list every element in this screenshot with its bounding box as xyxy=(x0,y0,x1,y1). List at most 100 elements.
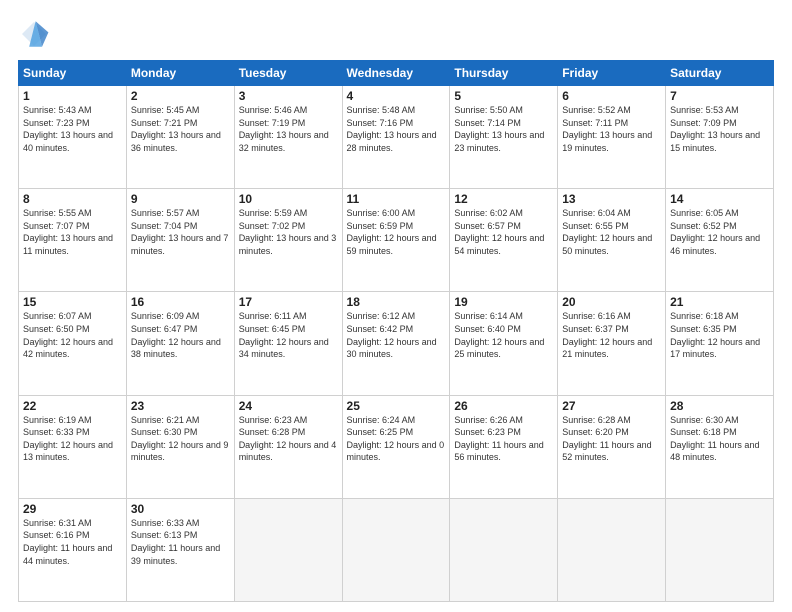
day-info: Sunrise: 6:33 AMSunset: 6:13 PMDaylight:… xyxy=(131,518,220,566)
calendar-cell: 22 Sunrise: 6:19 AMSunset: 6:33 PMDaylig… xyxy=(19,395,127,498)
day-number: 22 xyxy=(23,399,122,413)
day-info: Sunrise: 6:30 AMSunset: 6:18 PMDaylight:… xyxy=(670,415,759,463)
day-info: Sunrise: 5:48 AMSunset: 7:16 PMDaylight:… xyxy=(347,105,437,153)
day-number: 15 xyxy=(23,295,122,309)
calendar-cell xyxy=(558,498,666,601)
calendar-cell: 16 Sunrise: 6:09 AMSunset: 6:47 PMDaylig… xyxy=(126,292,234,395)
day-number: 27 xyxy=(562,399,661,413)
weekday-wednesday: Wednesday xyxy=(342,61,450,86)
logo xyxy=(18,18,54,50)
day-info: Sunrise: 6:21 AMSunset: 6:30 PMDaylight:… xyxy=(131,415,229,463)
calendar-cell: 14 Sunrise: 6:05 AMSunset: 6:52 PMDaylig… xyxy=(666,189,774,292)
weekday-sunday: Sunday xyxy=(19,61,127,86)
day-info: Sunrise: 5:57 AMSunset: 7:04 PMDaylight:… xyxy=(131,208,229,256)
day-info: Sunrise: 6:11 AMSunset: 6:45 PMDaylight:… xyxy=(239,311,329,359)
calendar-cell xyxy=(666,498,774,601)
calendar-cell: 10 Sunrise: 5:59 AMSunset: 7:02 PMDaylig… xyxy=(234,189,342,292)
calendar-cell: 19 Sunrise: 6:14 AMSunset: 6:40 PMDaylig… xyxy=(450,292,558,395)
week-row-2: 8 Sunrise: 5:55 AMSunset: 7:07 PMDayligh… xyxy=(19,189,774,292)
day-number: 5 xyxy=(454,89,553,103)
day-info: Sunrise: 5:46 AMSunset: 7:19 PMDaylight:… xyxy=(239,105,329,153)
logo-icon xyxy=(18,18,50,50)
calendar-cell: 28 Sunrise: 6:30 AMSunset: 6:18 PMDaylig… xyxy=(666,395,774,498)
calendar-cell: 1 Sunrise: 5:43 AMSunset: 7:23 PMDayligh… xyxy=(19,86,127,189)
day-number: 12 xyxy=(454,192,553,206)
day-info: Sunrise: 5:50 AMSunset: 7:14 PMDaylight:… xyxy=(454,105,544,153)
day-number: 24 xyxy=(239,399,338,413)
calendar-cell: 23 Sunrise: 6:21 AMSunset: 6:30 PMDaylig… xyxy=(126,395,234,498)
calendar-cell: 7 Sunrise: 5:53 AMSunset: 7:09 PMDayligh… xyxy=(666,86,774,189)
day-info: Sunrise: 6:12 AMSunset: 6:42 PMDaylight:… xyxy=(347,311,437,359)
day-info: Sunrise: 6:02 AMSunset: 6:57 PMDaylight:… xyxy=(454,208,544,256)
page: SundayMondayTuesdayWednesdayThursdayFrid… xyxy=(0,0,792,612)
calendar-cell: 26 Sunrise: 6:26 AMSunset: 6:23 PMDaylig… xyxy=(450,395,558,498)
calendar-cell: 9 Sunrise: 5:57 AMSunset: 7:04 PMDayligh… xyxy=(126,189,234,292)
day-info: Sunrise: 6:18 AMSunset: 6:35 PMDaylight:… xyxy=(670,311,760,359)
calendar-cell: 29 Sunrise: 6:31 AMSunset: 6:16 PMDaylig… xyxy=(19,498,127,601)
day-number: 25 xyxy=(347,399,446,413)
day-info: Sunrise: 5:43 AMSunset: 7:23 PMDaylight:… xyxy=(23,105,113,153)
weekday-thursday: Thursday xyxy=(450,61,558,86)
calendar-cell: 21 Sunrise: 6:18 AMSunset: 6:35 PMDaylig… xyxy=(666,292,774,395)
day-number: 26 xyxy=(454,399,553,413)
week-row-5: 29 Sunrise: 6:31 AMSunset: 6:16 PMDaylig… xyxy=(19,498,774,601)
calendar-cell: 6 Sunrise: 5:52 AMSunset: 7:11 PMDayligh… xyxy=(558,86,666,189)
day-number: 7 xyxy=(670,89,769,103)
calendar-cell: 24 Sunrise: 6:23 AMSunset: 6:28 PMDaylig… xyxy=(234,395,342,498)
day-number: 18 xyxy=(347,295,446,309)
day-info: Sunrise: 5:53 AMSunset: 7:09 PMDaylight:… xyxy=(670,105,760,153)
weekday-monday: Monday xyxy=(126,61,234,86)
day-info: Sunrise: 5:52 AMSunset: 7:11 PMDaylight:… xyxy=(562,105,652,153)
day-number: 23 xyxy=(131,399,230,413)
day-number: 2 xyxy=(131,89,230,103)
week-row-3: 15 Sunrise: 6:07 AMSunset: 6:50 PMDaylig… xyxy=(19,292,774,395)
day-number: 6 xyxy=(562,89,661,103)
calendar-cell: 3 Sunrise: 5:46 AMSunset: 7:19 PMDayligh… xyxy=(234,86,342,189)
calendar-cell: 5 Sunrise: 5:50 AMSunset: 7:14 PMDayligh… xyxy=(450,86,558,189)
day-info: Sunrise: 6:23 AMSunset: 6:28 PMDaylight:… xyxy=(239,415,337,463)
day-info: Sunrise: 5:55 AMSunset: 7:07 PMDaylight:… xyxy=(23,208,113,256)
day-info: Sunrise: 6:16 AMSunset: 6:37 PMDaylight:… xyxy=(562,311,652,359)
day-info: Sunrise: 6:00 AMSunset: 6:59 PMDaylight:… xyxy=(347,208,437,256)
day-number: 20 xyxy=(562,295,661,309)
calendar-cell xyxy=(450,498,558,601)
day-info: Sunrise: 6:26 AMSunset: 6:23 PMDaylight:… xyxy=(454,415,543,463)
week-row-4: 22 Sunrise: 6:19 AMSunset: 6:33 PMDaylig… xyxy=(19,395,774,498)
calendar-cell: 8 Sunrise: 5:55 AMSunset: 7:07 PMDayligh… xyxy=(19,189,127,292)
day-info: Sunrise: 6:28 AMSunset: 6:20 PMDaylight:… xyxy=(562,415,651,463)
day-number: 4 xyxy=(347,89,446,103)
day-number: 10 xyxy=(239,192,338,206)
calendar-cell: 12 Sunrise: 6:02 AMSunset: 6:57 PMDaylig… xyxy=(450,189,558,292)
day-number: 17 xyxy=(239,295,338,309)
day-info: Sunrise: 5:59 AMSunset: 7:02 PMDaylight:… xyxy=(239,208,337,256)
day-number: 8 xyxy=(23,192,122,206)
week-row-1: 1 Sunrise: 5:43 AMSunset: 7:23 PMDayligh… xyxy=(19,86,774,189)
calendar-cell: 4 Sunrise: 5:48 AMSunset: 7:16 PMDayligh… xyxy=(342,86,450,189)
day-number: 11 xyxy=(347,192,446,206)
day-number: 19 xyxy=(454,295,553,309)
calendar-cell: 18 Sunrise: 6:12 AMSunset: 6:42 PMDaylig… xyxy=(342,292,450,395)
calendar-table: SundayMondayTuesdayWednesdayThursdayFrid… xyxy=(18,60,774,602)
weekday-tuesday: Tuesday xyxy=(234,61,342,86)
calendar-cell: 20 Sunrise: 6:16 AMSunset: 6:37 PMDaylig… xyxy=(558,292,666,395)
header xyxy=(18,18,774,50)
day-number: 30 xyxy=(131,502,230,516)
day-number: 13 xyxy=(562,192,661,206)
day-number: 14 xyxy=(670,192,769,206)
calendar-cell: 30 Sunrise: 6:33 AMSunset: 6:13 PMDaylig… xyxy=(126,498,234,601)
calendar-cell: 2 Sunrise: 5:45 AMSunset: 7:21 PMDayligh… xyxy=(126,86,234,189)
day-number: 21 xyxy=(670,295,769,309)
calendar-cell xyxy=(342,498,450,601)
day-info: Sunrise: 6:05 AMSunset: 6:52 PMDaylight:… xyxy=(670,208,760,256)
weekday-friday: Friday xyxy=(558,61,666,86)
day-number: 3 xyxy=(239,89,338,103)
day-number: 28 xyxy=(670,399,769,413)
calendar-cell: 15 Sunrise: 6:07 AMSunset: 6:50 PMDaylig… xyxy=(19,292,127,395)
day-info: Sunrise: 6:07 AMSunset: 6:50 PMDaylight:… xyxy=(23,311,113,359)
day-number: 9 xyxy=(131,192,230,206)
day-info: Sunrise: 6:24 AMSunset: 6:25 PMDaylight:… xyxy=(347,415,445,463)
weekday-saturday: Saturday xyxy=(666,61,774,86)
day-number: 16 xyxy=(131,295,230,309)
day-number: 29 xyxy=(23,502,122,516)
calendar-cell xyxy=(234,498,342,601)
